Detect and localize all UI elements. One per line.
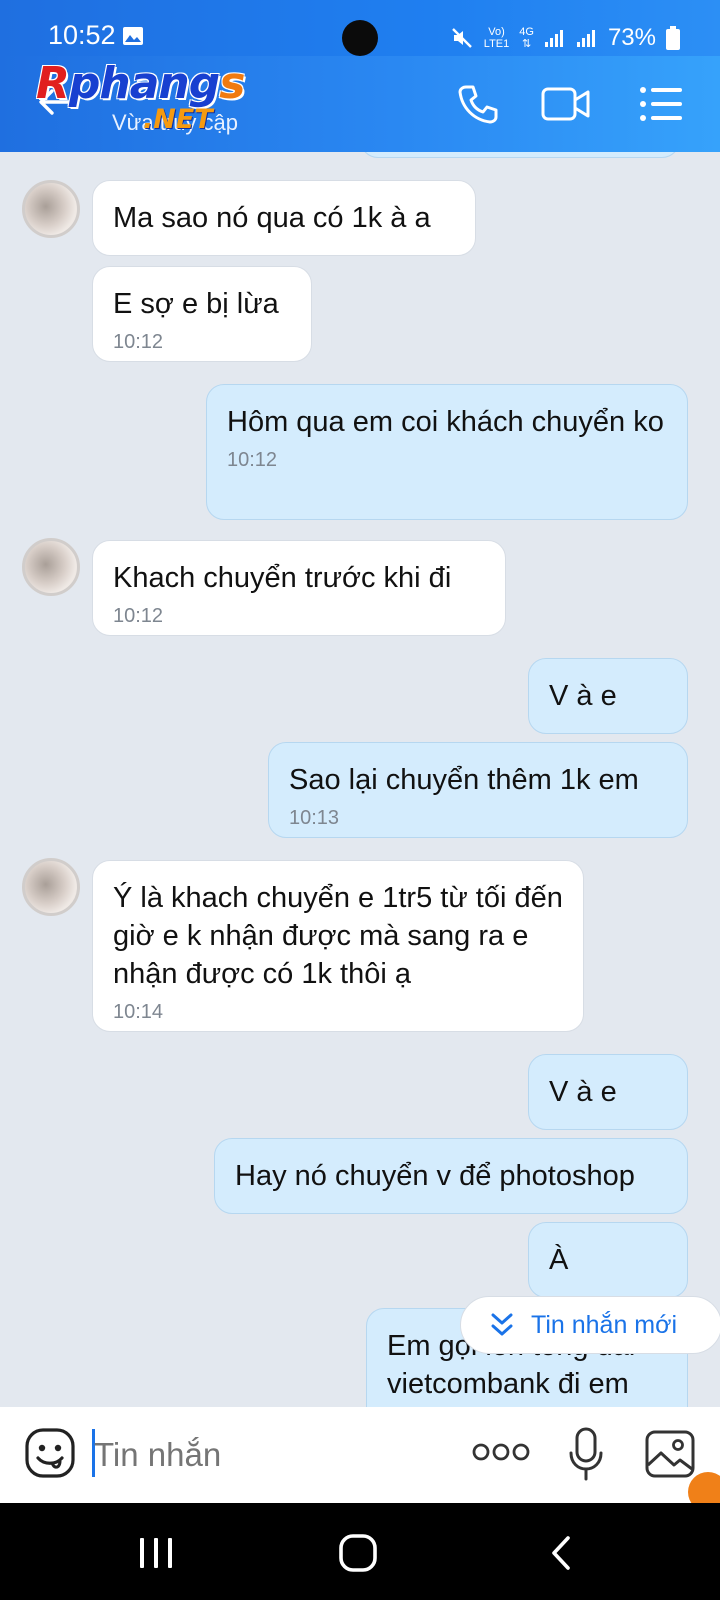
message-bubble-in[interactable]: E sợ e bị lừa 10:12 bbox=[92, 266, 312, 362]
message-input[interactable] bbox=[92, 1431, 446, 1479]
message-bubble-in[interactable]: Khach chuyển trước khi đi 10:12 bbox=[92, 540, 506, 636]
message-bubble-out[interactable]: V à e bbox=[528, 658, 688, 734]
message-bubble-out[interactable]: Hôm qua em coi khách chuyển ko 10:12 bbox=[206, 384, 688, 520]
data-arrows-icon: ⇅ bbox=[522, 38, 532, 50]
message-bubble-out[interactable]: V à e bbox=[528, 1054, 688, 1130]
message-text: Ma sao nó qua có 1k à a bbox=[113, 202, 431, 234]
system-nav-bar bbox=[0, 1503, 720, 1600]
avatar[interactable] bbox=[22, 180, 80, 238]
message-text: Ý là khach chuyển e 1tr5 từ tối đến giờ … bbox=[113, 882, 563, 990]
message-bubble-partial bbox=[360, 152, 680, 158]
signal-icon-1 bbox=[544, 30, 563, 47]
message-text: À bbox=[549, 1244, 569, 1276]
message-time: 10:13 bbox=[289, 807, 340, 829]
avatar[interactable] bbox=[22, 538, 80, 596]
message-text: Hôm qua em coi khách chuyển ko bbox=[227, 406, 664, 438]
message-text: Sao lại chuyển thêm 1k em bbox=[289, 764, 639, 796]
microphone-icon[interactable] bbox=[568, 1427, 604, 1481]
mute-icon bbox=[451, 28, 472, 48]
message-list[interactable]: Ma sao nó qua có 1k à a E sợ e bị lừa 10… bbox=[0, 152, 720, 1407]
message-bubble-out[interactable]: Sao lại chuyển thêm 1k em 10:13 bbox=[268, 742, 688, 838]
status-time: 10:52 bbox=[48, 20, 116, 50]
new-messages-button[interactable]: Tin nhắn mới bbox=[460, 1296, 720, 1354]
logo-net: .NET bbox=[143, 104, 213, 135]
camera-cutout bbox=[342, 20, 378, 56]
logo-mid: phang bbox=[68, 58, 220, 109]
message-text: Khach chuyển trước khi đi bbox=[113, 562, 452, 594]
message-text: Hay nó chuyển v để photoshop bbox=[235, 1160, 635, 1192]
message-text: V à e bbox=[549, 1076, 617, 1108]
home-icon[interactable] bbox=[338, 1533, 378, 1573]
network-type-label: 4G bbox=[519, 26, 534, 38]
message-time: 10:12 bbox=[113, 331, 164, 353]
message-time: 10:14 bbox=[113, 1001, 164, 1023]
network-type: 4G ⇅ bbox=[519, 26, 534, 50]
logo-s: s bbox=[219, 58, 245, 109]
nav-back-icon[interactable] bbox=[548, 1535, 574, 1571]
message-bubble-in[interactable]: Ý là khach chuyển e 1tr5 từ tối đến giờ … bbox=[92, 860, 584, 1032]
image-gallery-icon[interactable] bbox=[644, 1429, 696, 1479]
signal-icon-2 bbox=[576, 30, 595, 47]
chat-header: Rphangs Vừa truy cập .NET bbox=[0, 56, 720, 152]
message-time: 10:12 bbox=[227, 449, 278, 471]
message-time: 10:12 bbox=[113, 605, 164, 627]
volte-top: Vo) bbox=[488, 26, 505, 38]
watermark-logo: Rphangs bbox=[36, 58, 245, 109]
recent-apps-icon[interactable] bbox=[138, 1536, 174, 1570]
phone-call-icon[interactable] bbox=[456, 82, 500, 126]
logo-r: R bbox=[36, 58, 70, 109]
status-indicators: Vo) LTE1 4G ⇅ 73% bbox=[450, 20, 680, 56]
double-chevron-down-icon bbox=[491, 1313, 513, 1336]
menu-list-icon[interactable] bbox=[638, 82, 684, 126]
battery-percent: 73% bbox=[607, 24, 656, 51]
message-bubble-out[interactable]: À bbox=[528, 1222, 688, 1298]
volte-bottom: LTE1 bbox=[483, 38, 510, 50]
message-bubble-in[interactable]: Ma sao nó qua có 1k à a bbox=[92, 180, 476, 256]
avatar[interactable] bbox=[22, 858, 80, 916]
new-messages-label: Tin nhắn mới bbox=[531, 1310, 678, 1339]
message-text: E sợ e bị lừa bbox=[113, 288, 279, 320]
video-call-icon[interactable] bbox=[540, 82, 592, 126]
volte-indicator: Vo) LTE1 bbox=[484, 26, 509, 50]
emoji-sticker-icon[interactable] bbox=[24, 1427, 76, 1479]
message-text: V à e bbox=[549, 680, 617, 712]
battery-icon bbox=[666, 26, 680, 50]
gallery-notification-icon bbox=[123, 27, 143, 45]
message-bubble-out[interactable]: Hay nó chuyển v để photoshop bbox=[214, 1138, 688, 1214]
composer-bar bbox=[0, 1407, 720, 1503]
more-options-icon[interactable] bbox=[472, 1441, 530, 1463]
